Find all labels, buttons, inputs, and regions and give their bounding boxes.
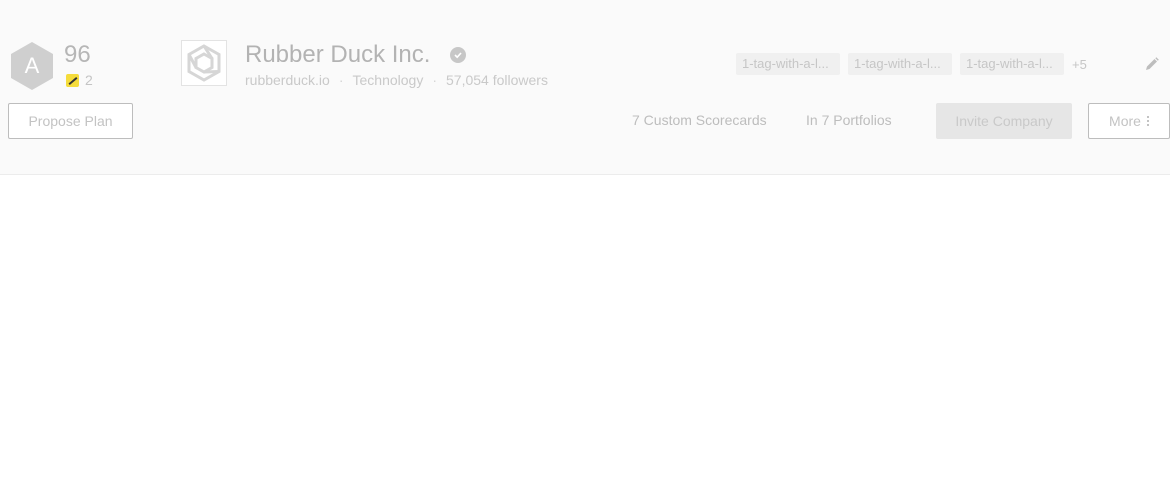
score-value: 96 bbox=[64, 41, 91, 68]
issue-count: 2 bbox=[85, 72, 93, 88]
company-domain-link[interactable]: rubberduck.io bbox=[245, 72, 330, 88]
more-label: More bbox=[1109, 113, 1141, 129]
company-followers: 57,054 followers bbox=[446, 72, 548, 88]
issues-indicator[interactable]: 2 bbox=[66, 72, 93, 88]
separator-dot: · bbox=[432, 72, 437, 88]
tag-chip[interactable]: 1-tag-with-a-l... bbox=[848, 53, 952, 75]
tag-chip[interactable]: 1-tag-with-a-l... bbox=[736, 53, 840, 75]
tag-list: 1-tag-with-a-l... 1-tag-with-a-l... 1-ta… bbox=[736, 53, 1087, 75]
grade-badge: A bbox=[10, 41, 54, 91]
portfolios-link[interactable]: In 7 Portfolios bbox=[806, 112, 892, 128]
custom-scorecards-link[interactable]: 7 Custom Scorecards bbox=[632, 112, 767, 128]
more-tags-link[interactable]: +5 bbox=[1072, 57, 1087, 72]
pencil-icon[interactable] bbox=[1144, 56, 1160, 72]
propose-plan-button[interactable]: Propose Plan bbox=[8, 103, 133, 139]
grade-letter: A bbox=[24, 53, 40, 78]
company-name: Rubber Duck Inc. bbox=[245, 41, 431, 68]
company-industry: Technology bbox=[352, 72, 424, 88]
company-logo bbox=[181, 40, 227, 86]
separator-dot: · bbox=[338, 72, 344, 88]
kebab-icon bbox=[1146, 116, 1149, 126]
company-header: A 96 2 Rubber Duck Inc. rubberduck.io · … bbox=[0, 0, 1170, 175]
invite-company-button[interactable]: Invite Company bbox=[936, 103, 1072, 139]
company-meta: rubberduck.io · Technology · 57,054 foll… bbox=[245, 72, 548, 88]
tag-chip[interactable]: 1-tag-with-a-l... bbox=[960, 53, 1064, 75]
more-button[interactable]: More bbox=[1088, 103, 1170, 139]
warning-icon bbox=[66, 73, 79, 87]
verified-icon bbox=[450, 47, 466, 63]
hexagon-knot-logo bbox=[187, 44, 221, 82]
